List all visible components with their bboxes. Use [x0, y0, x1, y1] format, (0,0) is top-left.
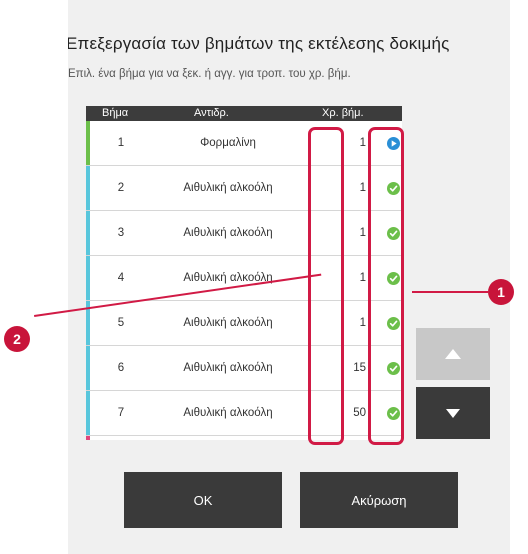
reagent-name: Αιθυλική αλκοόλη [183, 272, 273, 284]
dialog-subtitle: Επιλ. ένα βήμα για να ξεκ. ή αγγ. για τρ… [68, 68, 351, 80]
table-row[interactable]: 7 Αιθυλική αλκοόλη 50 [86, 391, 402, 436]
table-row[interactable]: 5 Αιθυλική αλκοόλη 1 [86, 301, 402, 346]
triangle-up-icon [445, 349, 461, 359]
triangle-down-icon [446, 408, 460, 418]
step-number: 3 [117, 227, 125, 239]
scroll-up-button[interactable] [416, 328, 490, 380]
reagent-color-bar [86, 391, 90, 435]
header-step: Βήμα [102, 107, 129, 119]
reagent-name: Αιθυλική αλκοόλη [183, 182, 273, 194]
step-number: 2 [117, 182, 125, 194]
reagent-name: Φορμαλίνη [200, 137, 256, 149]
scroll-down-button[interactable] [416, 387, 490, 439]
callout-1-line [412, 291, 488, 293]
reagent-color-bar [86, 436, 90, 440]
dialog-title: Επεξεργασία των βημάτων της εκτέλεσης δο… [68, 34, 450, 53]
reagent-color-bar [86, 121, 90, 165]
callout-1-marker: 1 [488, 279, 514, 305]
step-number: 1 [117, 137, 125, 149]
table-row[interactable]: 8... [86, 436, 402, 440]
table-row[interactable]: 2 Αιθυλική αλκοόλη 1 [86, 166, 402, 211]
ok-button[interactable]: OK [124, 472, 282, 528]
header-reagent: Αντιδρ. [194, 107, 229, 119]
table-row[interactable]: 1 Φορμαλίνη 1 [86, 121, 402, 166]
header-step-time: Χρ. βήμ. [322, 107, 364, 119]
step-time-column-highlight [308, 127, 344, 445]
steps-table: Βήμα Αντιδρ. Χρ. βήμ. 1 Φορμαλίνη 1 2 Αιθυλι… [86, 106, 402, 440]
reagent-color-bar [86, 166, 90, 210]
step-number: 7 [117, 407, 125, 419]
reagent-name: Αιθυλική αλκοόλη [183, 362, 273, 374]
reagent-name: Αιθυλική αλκοόλη [183, 227, 273, 239]
table-header: Βήμα Αντιδρ. Χρ. βήμ. [86, 106, 402, 121]
table-row[interactable]: 6 Αιθυλική αλκοόλη 15 [86, 346, 402, 391]
edit-run-steps-dialog: Επεξεργασία των βημάτων της εκτέλεσης δο… [68, 0, 510, 554]
reagent-name: Αιθυλική αλκοόλη [183, 317, 273, 329]
reagent-color-bar [86, 211, 90, 255]
step-number: 6 [117, 362, 125, 374]
step-number: 4 [117, 272, 125, 284]
reagent-name: Αιθυλική αλκοόλη [183, 407, 273, 419]
cancel-button[interactable]: Ακύρωση [300, 472, 458, 528]
callout-2-marker: 2 [4, 326, 30, 352]
status-column-highlight [368, 127, 404, 445]
reagent-color-bar [86, 256, 90, 300]
table-row[interactable]: 3 Αιθυλική αλκοόλη 1 [86, 211, 402, 256]
reagent-color-bar [86, 346, 90, 390]
step-number: 5 [117, 317, 125, 329]
table-row[interactable]: 4 Αιθυλική αλκοόλη 1 [86, 256, 402, 301]
